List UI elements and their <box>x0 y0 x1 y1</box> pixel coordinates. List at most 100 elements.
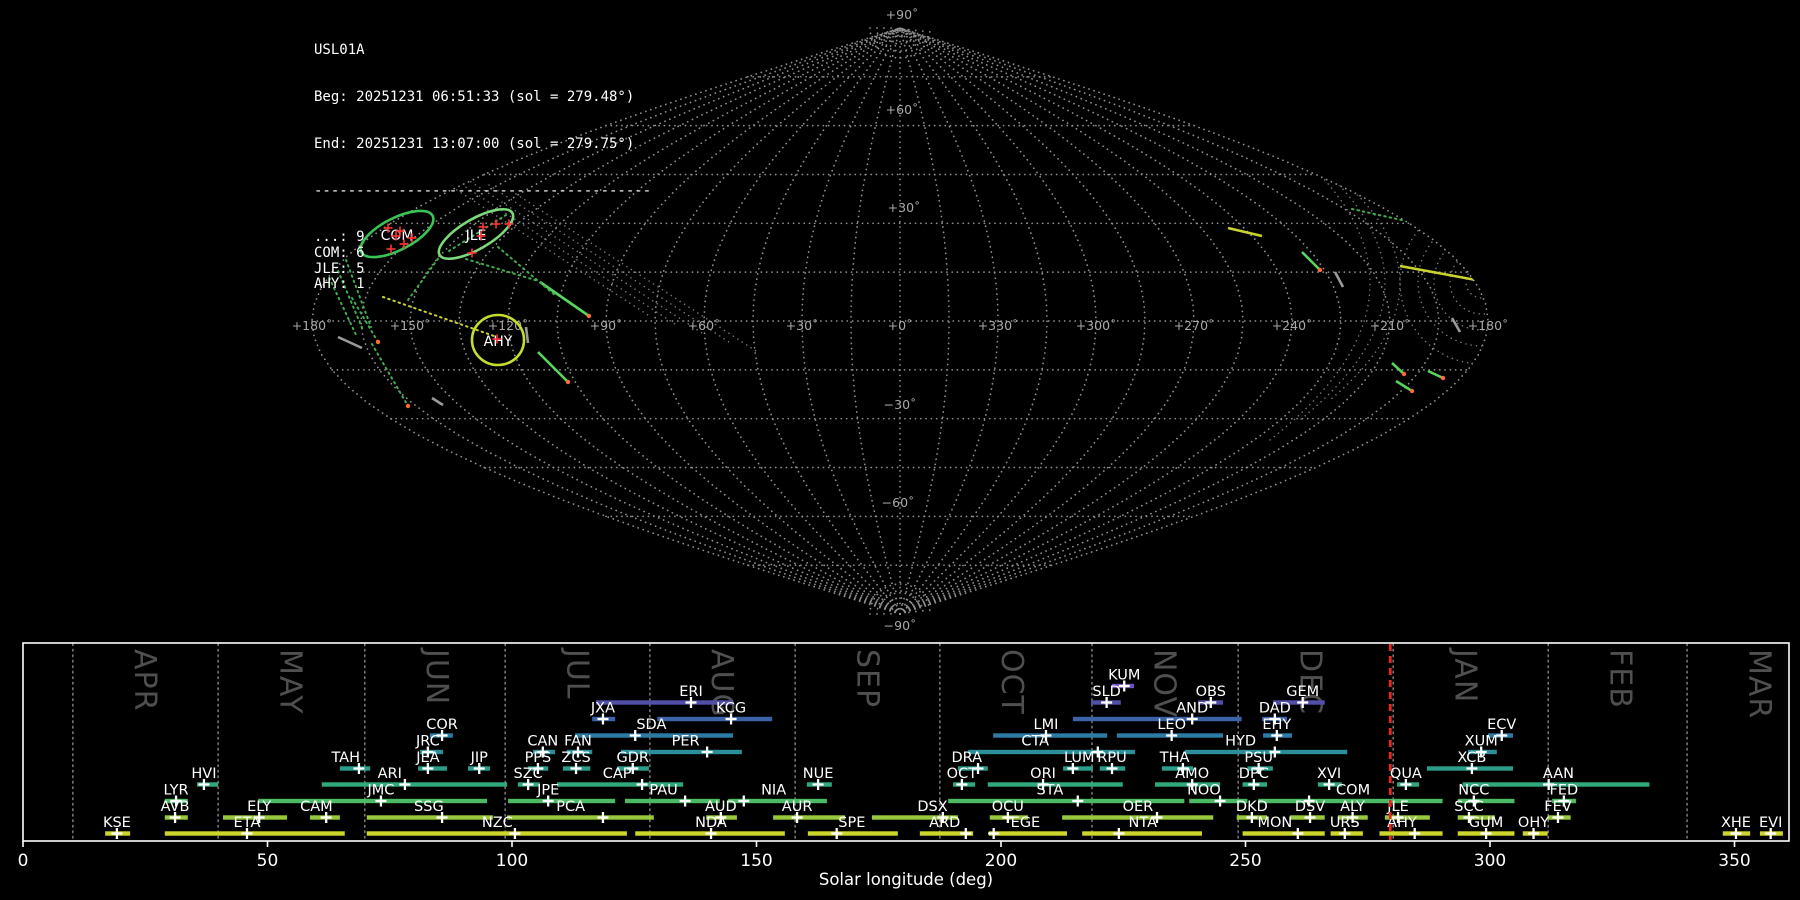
shower-label-eri: ERI <box>679 684 703 700</box>
month-label-may: MAY <box>272 649 307 714</box>
shower-label-com: COM <box>1336 783 1370 799</box>
shower-label-xcb: XCB <box>1457 750 1486 766</box>
station-id: USL01A <box>314 42 365 59</box>
shower-bar-nzc <box>366 831 627 836</box>
shower-label-ard: ARD <box>929 815 960 831</box>
shower-label-qua: QUA <box>1390 766 1422 782</box>
shower-label-ori: ORI <box>1030 766 1056 782</box>
meteor-trail <box>1427 369 1444 380</box>
shower-bar-jmc <box>258 798 488 804</box>
shower-label-zcs: ZCS <box>561 750 590 766</box>
month-label-sep: SEP <box>849 649 884 708</box>
shower-label-cam: CAM <box>300 799 333 815</box>
shower-label-kse: KSE <box>103 815 131 831</box>
shower-label-nia: NIA <box>761 783 786 799</box>
shower-bar-aur <box>773 815 846 820</box>
x-tick-label: 350 <box>1718 851 1750 871</box>
x-axis-title: Solar longitude (deg) <box>819 870 993 889</box>
begin-time: Beg: 20251231 06:51:33 (sol = 279.48°) <box>314 88 635 105</box>
shower-label-jmc: JMC <box>366 783 394 799</box>
shower-label-sld: SLD <box>1092 684 1120 700</box>
shower-label-lmi: LMI <box>1034 717 1059 733</box>
shower-label-xhe: XHE <box>1721 815 1751 831</box>
month-label-jun: JUN <box>419 647 454 705</box>
shower-label-fan: FAN <box>564 734 592 750</box>
month-label-apr: APR <box>127 649 162 711</box>
shower-label-per: PER <box>672 734 700 750</box>
month-label-mar: MAR <box>1741 649 1776 719</box>
x-tick-label: 50 <box>257 851 279 871</box>
meteor-trail-end <box>1401 371 1407 377</box>
meteor-trail-end <box>1440 375 1446 381</box>
shower-label-ari: ARI <box>378 766 402 782</box>
shower-label-psu: PSU <box>1244 750 1273 766</box>
timeline-shower-bars: KUM ERI SLD OBS GEM JXA KCG AND DAD COR SDA LMI LEO E… <box>103 668 1783 839</box>
month-label-feb: FEB <box>1603 649 1638 709</box>
shower-label-ncc: NCC <box>1458 783 1489 799</box>
shower-label-scc: SCC <box>1454 799 1483 815</box>
shower-label-aan: AAN <box>1543 766 1574 782</box>
shower-label-jpe: JPE <box>536 783 559 799</box>
meteor-observation-screen: +90˚ +60˚ +30˚ −30˚ −60˚ −90˚ +180˚ +150˚ +120˚ +… <box>0 0 1800 900</box>
end-time: End: 20251231 13:07:00 (sol = 279.75°) <box>314 135 635 152</box>
shower-label-hyd: HYD <box>1225 734 1256 750</box>
month-label-dec: DEC <box>1293 649 1328 715</box>
x-tick-label: 250 <box>1229 851 1261 871</box>
meteor-trail <box>1301 251 1321 271</box>
meteor-trail <box>1450 317 1462 333</box>
shower-label-nda: NDA <box>695 815 727 831</box>
map-longitude-label: +180˚ <box>1468 318 1509 333</box>
shower-label-nzc: NZC <box>482 815 513 831</box>
shower-label-ocu: OCU <box>992 799 1024 815</box>
shower-label-lyr: LYR <box>164 783 189 799</box>
shower-label-tha: THA <box>1159 750 1190 766</box>
shower-label-gem: GEM <box>1286 684 1319 700</box>
meteor-trail <box>1459 251 1489 319</box>
header-separator: ---------------------------------------- <box>314 182 652 199</box>
meteor-trail <box>337 335 363 350</box>
meteor-trail-end <box>565 379 571 385</box>
shower-label-gum: GUM <box>1469 815 1503 831</box>
meteor-trail <box>1351 208 1416 224</box>
meteor-trail <box>1395 379 1413 393</box>
shower-label-ehy: EHY <box>1262 717 1291 733</box>
shower-label-ege: EGE <box>1011 815 1041 831</box>
meteor-trail <box>1227 226 1263 238</box>
shower-label-xvi: XVI <box>1317 766 1341 782</box>
meteor-trail-end <box>405 403 411 409</box>
shower-count-row: JLE: 5 <box>314 260 365 277</box>
shower-label-pca: PCA <box>556 799 585 815</box>
shower-label-ecv: ECV <box>1487 717 1516 733</box>
shower-label-oer: OER <box>1123 799 1154 815</box>
shower-bar-eta <box>164 831 345 836</box>
month-label-jan: JAN <box>1448 647 1483 703</box>
meteor-trail <box>1391 362 1405 375</box>
shower-label-avb: AVB <box>161 799 190 815</box>
shower-label-cta: CTA <box>1021 734 1049 750</box>
shower-label-and: AND <box>1176 701 1208 717</box>
shower-bar-sda <box>575 733 734 738</box>
radiant-label-ahy: AHY <box>484 334 513 350</box>
shower-label-leo: LEO <box>1157 717 1186 733</box>
shower-label-szc: SZC <box>514 766 543 782</box>
map-longitude-label: +210˚ <box>1370 318 1411 333</box>
shower-bar-eri <box>596 700 734 705</box>
shower-label-noo: NOO <box>1187 783 1221 799</box>
shower-bar-spe <box>807 831 898 836</box>
map-longitude-label: +300˚ <box>1076 318 1117 333</box>
shower-bar-pca <box>507 815 654 820</box>
shower-label-pau: PAU <box>649 783 677 799</box>
shower-label-urs: URS <box>1330 815 1360 831</box>
x-tick-label: 150 <box>740 851 772 871</box>
shower-label-dra: DRA <box>951 750 982 766</box>
plot-canvas: +90˚+60˚+30˚−30˚−60˚−90˚+180˚ +150˚ +120˚ +… <box>18 7 1790 889</box>
shower-label-amo: AMO <box>1175 766 1209 782</box>
shower-label-jxa: JXA <box>590 701 615 717</box>
map-longitude-label: +30˚ <box>786 318 819 333</box>
shower-label-jip: JIP <box>470 750 489 766</box>
month-label-jul: JUL <box>560 647 595 700</box>
shower-label-sda: SDA <box>636 717 666 733</box>
shower-label-evi: EVI <box>1759 815 1782 831</box>
map-longitude-label: +270˚ <box>1174 318 1215 333</box>
map-longitude-label: +60˚ <box>688 318 721 333</box>
